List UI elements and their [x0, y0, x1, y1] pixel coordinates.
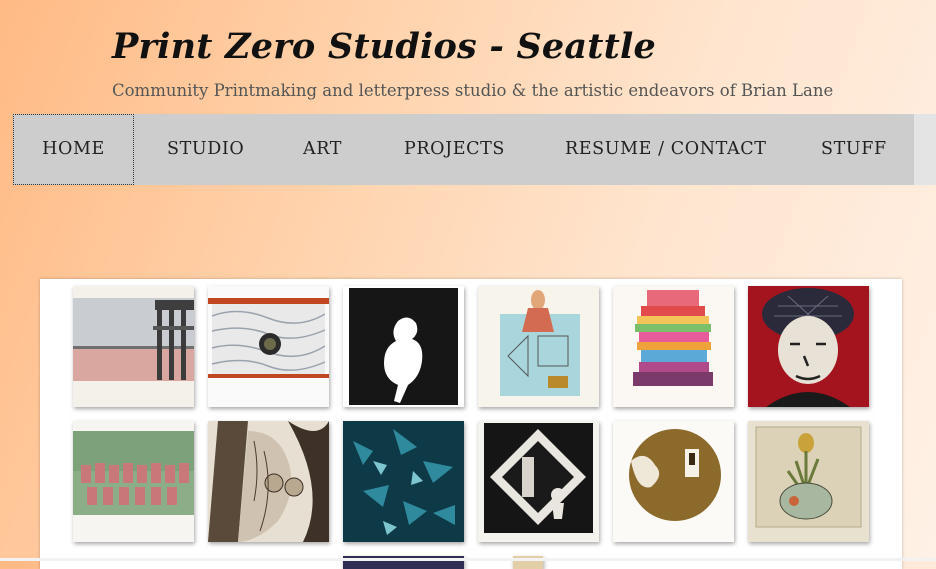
portrait-woman-in-hat-print-image	[748, 286, 869, 407]
main-nav: HOME STUDIO ART PROJECTS RESUME / CONTAC…	[13, 114, 914, 185]
nav-item-projects[interactable]: PROJECTS	[404, 114, 505, 185]
site-title[interactable]: Print Zero Studios - Seattle	[112, 26, 656, 67]
nav-item-stuff[interactable]: STUFF	[821, 114, 887, 185]
site-tagline: Community Printmaking and letterpress st…	[112, 81, 834, 100]
nav-item-home[interactable]: HOME	[13, 114, 134, 185]
gallery-thumb[interactable]	[73, 286, 194, 407]
black-silhouette-print-image	[343, 286, 464, 407]
gallery-thumb[interactable]	[343, 286, 464, 407]
gallery-thumb[interactable]	[748, 421, 869, 542]
site-header: Print Zero Studios - Seattle Community P…	[0, 0, 936, 114]
gallery-thumb[interactable]	[208, 286, 329, 407]
circular-landscape-etching-image	[613, 421, 734, 542]
nav-item-resume-contact[interactable]: RESUME / CONTACT	[565, 114, 766, 185]
pier-landscape-print-image	[73, 286, 194, 407]
stacked-colorful-blocks-print-image	[613, 286, 734, 407]
nav-item-studio[interactable]: STUDIO	[167, 114, 244, 185]
collage-print-with-figure-image	[478, 286, 599, 407]
gallery-thumb[interactable]	[478, 286, 599, 407]
gallery-thumb[interactable]	[208, 421, 329, 542]
gallery-panel	[40, 279, 902, 569]
gallery-thumb[interactable]	[613, 421, 734, 542]
gallery-thumb[interactable]	[748, 286, 869, 407]
nav-filler	[914, 114, 936, 185]
nav-item-art[interactable]: ART	[303, 114, 342, 185]
gallery-thumb[interactable]	[73, 421, 194, 542]
woodcut-with-skeleton-image	[478, 421, 599, 542]
gallery-thumb[interactable]	[613, 286, 734, 407]
gallery-thumb[interactable]	[343, 421, 464, 542]
white-relief-print-with-coin-image	[208, 286, 329, 407]
blue-abstract-print-image	[343, 421, 464, 542]
figure-etching-image	[208, 421, 329, 542]
group-photo-print-image	[73, 421, 194, 542]
gallery-thumb[interactable]	[478, 421, 599, 542]
plant-in-bowl-etching-image	[748, 421, 869, 542]
